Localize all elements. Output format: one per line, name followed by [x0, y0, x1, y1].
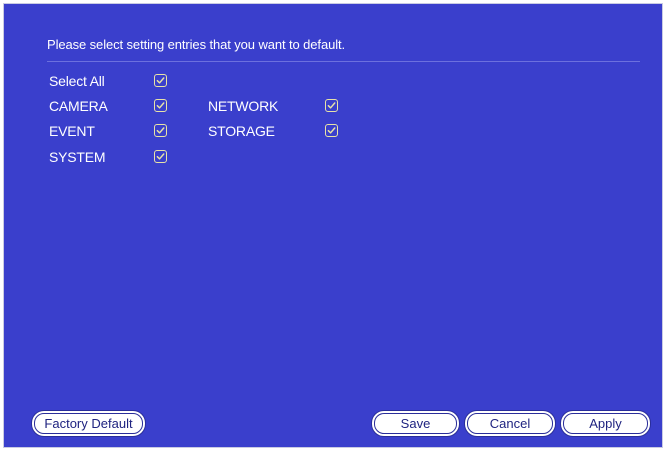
select-all-label: Select All: [49, 73, 105, 89]
cancel-button[interactable]: Cancel: [467, 413, 553, 434]
checkmark-icon: [327, 102, 336, 109]
checkmark-icon: [156, 153, 165, 160]
storage-label: STORAGE: [208, 123, 275, 139]
checkmark-icon: [327, 127, 336, 134]
system-label: SYSTEM: [49, 149, 106, 165]
event-checkbox[interactable]: [154, 124, 167, 137]
network-label: NETWORK: [208, 98, 279, 114]
network-checkbox[interactable]: [325, 99, 338, 112]
apply-button[interactable]: Apply: [563, 413, 648, 434]
default-settings-panel: Please select setting entries that you w…: [3, 3, 663, 448]
factory-default-button[interactable]: Factory Default: [34, 413, 143, 434]
system-checkbox[interactable]: [154, 150, 167, 163]
camera-label: CAMERA: [49, 98, 108, 114]
camera-checkbox[interactable]: [154, 99, 167, 112]
instruction-text: Please select setting entries that you w…: [47, 37, 346, 52]
checkmark-icon: [156, 102, 165, 109]
event-label: EVENT: [49, 123, 95, 139]
storage-checkbox[interactable]: [325, 124, 338, 137]
checkmark-icon: [156, 77, 165, 84]
select-all-checkbox[interactable]: [154, 74, 167, 87]
save-button[interactable]: Save: [374, 413, 457, 434]
divider: [47, 61, 640, 62]
checkmark-icon: [156, 127, 165, 134]
